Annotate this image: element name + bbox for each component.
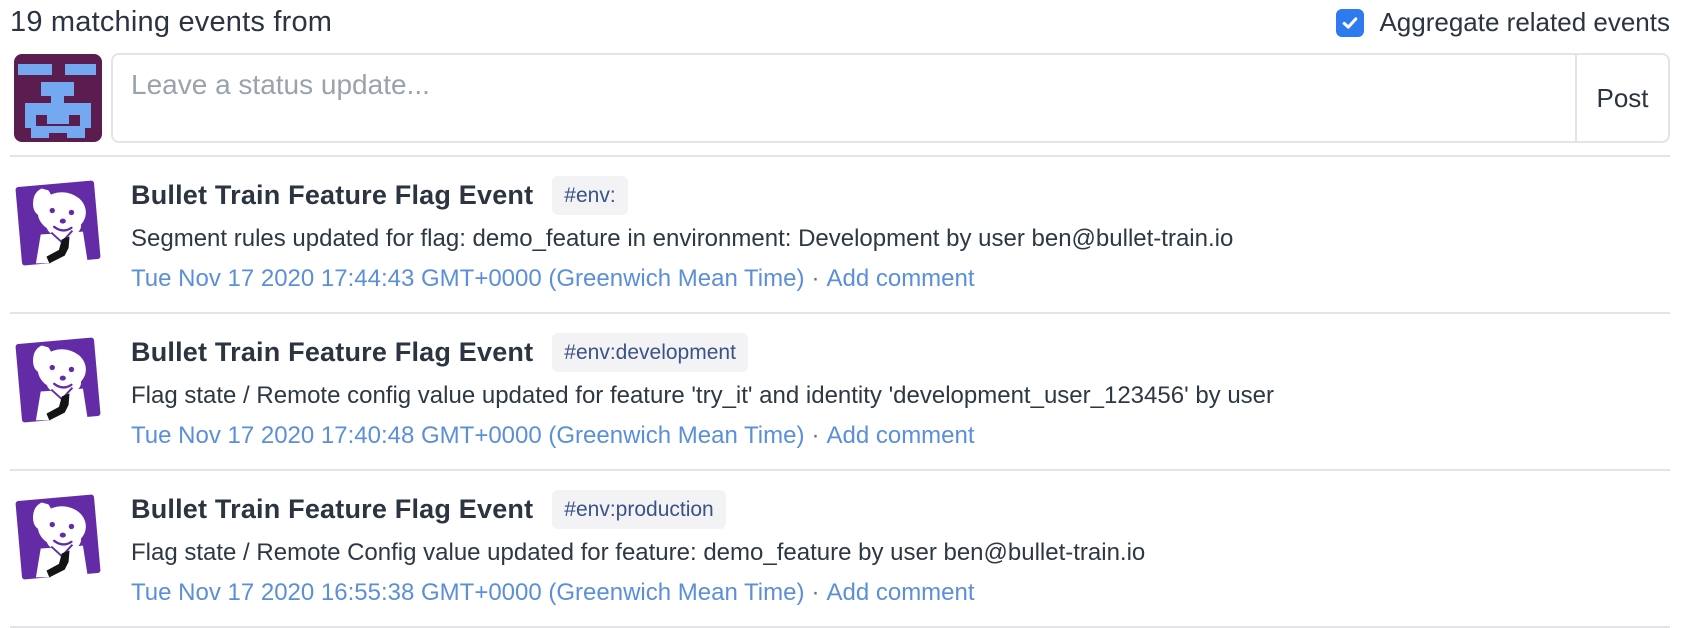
user-identicon-avatar xyxy=(14,54,102,142)
event-meta: Tue Nov 17 2020 17:40:48 GMT+0000 (Green… xyxy=(131,420,1274,452)
event-title: Bullet Train Feature Flag Event xyxy=(131,337,533,368)
checkmark-icon xyxy=(1340,13,1360,33)
pixel-identicon-icon xyxy=(14,54,102,142)
status-composer: Post xyxy=(10,53,1670,143)
aggregate-checkbox-label[interactable]: Aggregate related events xyxy=(1379,7,1670,38)
topbar: 19 matching events from Aggregate relate… xyxy=(10,4,1670,53)
event-row: Bullet Train Feature Flag Event #env: Se… xyxy=(10,155,1670,312)
events-page: 19 matching events from Aggregate relate… xyxy=(0,0,1683,628)
env-tag-badge[interactable]: #env: xyxy=(552,176,627,215)
add-comment-link[interactable]: Add comment xyxy=(826,265,974,292)
event-row: Bullet Train Feature Flag Event #env:pro… xyxy=(10,469,1670,628)
event-description: Segment rules updated for flag: demo_fea… xyxy=(131,222,1233,255)
event-title-row: Bullet Train Feature Flag Event #env:dev… xyxy=(131,333,1274,372)
add-comment-link[interactable]: Add comment xyxy=(826,579,974,606)
event-body: Bullet Train Feature Flag Event #env:dev… xyxy=(131,332,1274,452)
event-title: Bullet Train Feature Flag Event xyxy=(131,180,533,211)
event-timestamp-link[interactable]: Tue Nov 17 2020 16:55:38 GMT+0000 (Green… xyxy=(131,579,804,606)
aggregate-checkbox[interactable] xyxy=(1336,9,1364,37)
event-meta: Tue Nov 17 2020 16:55:38 GMT+0000 (Green… xyxy=(131,577,1145,609)
event-description: Flag state / Remote Config value updated… xyxy=(131,536,1145,569)
meta-separator: · xyxy=(811,579,819,606)
event-title-row: Bullet Train Feature Flag Event #env: xyxy=(131,176,1233,215)
event-title: Bullet Train Feature Flag Event xyxy=(131,494,533,525)
add-comment-link[interactable]: Add comment xyxy=(826,422,974,449)
event-timestamp-link[interactable]: Tue Nov 17 2020 17:44:43 GMT+0000 (Green… xyxy=(131,265,804,292)
aggregate-related-events-control[interactable]: Aggregate related events xyxy=(1336,7,1670,38)
datadog-logo-icon xyxy=(10,489,106,585)
datadog-logo-icon xyxy=(10,175,106,271)
event-list: Bullet Train Feature Flag Event #env: Se… xyxy=(10,155,1670,628)
meta-separator: · xyxy=(811,265,819,292)
datadog-logo-icon xyxy=(10,332,106,428)
status-update-input[interactable] xyxy=(113,55,1575,141)
event-description: Flag state / Remote config value updated… xyxy=(131,379,1274,412)
event-title-row: Bullet Train Feature Flag Event #env:pro… xyxy=(131,490,1145,529)
event-timestamp-link[interactable]: Tue Nov 17 2020 17:40:48 GMT+0000 (Green… xyxy=(131,422,804,449)
status-update-field-wrapper xyxy=(111,53,1575,143)
event-body: Bullet Train Feature Flag Event #env: Se… xyxy=(131,175,1233,295)
page-title: 19 matching events from xyxy=(10,6,332,39)
env-tag-badge[interactable]: #env:development xyxy=(552,333,748,372)
post-button[interactable]: Post xyxy=(1575,53,1670,143)
event-row: Bullet Train Feature Flag Event #env:dev… xyxy=(10,312,1670,469)
event-body: Bullet Train Feature Flag Event #env:pro… xyxy=(131,489,1145,609)
meta-separator: · xyxy=(811,422,819,449)
env-tag-badge[interactable]: #env:production xyxy=(552,490,725,529)
event-meta: Tue Nov 17 2020 17:44:43 GMT+0000 (Green… xyxy=(131,263,1233,295)
